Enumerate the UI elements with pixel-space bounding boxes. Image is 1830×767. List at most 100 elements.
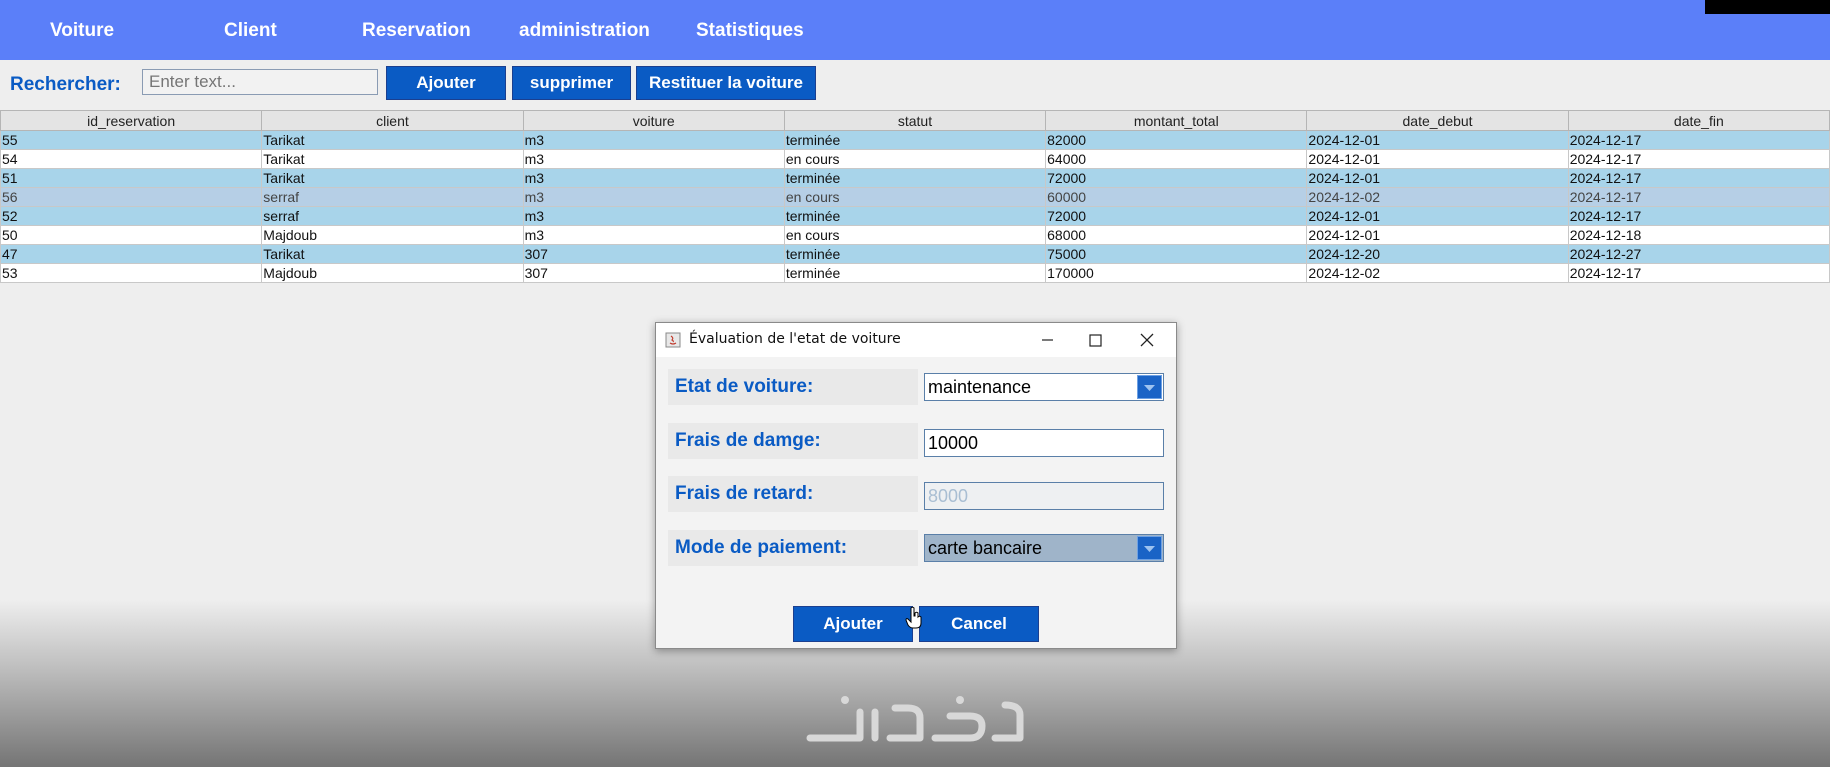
payment-combobox[interactable]: carte bancaire <box>924 534 1164 562</box>
table-row[interactable]: 54 Tarikat m3 en cours 64000 2024-12-01 … <box>0 149 1830 169</box>
table-cell[interactable]: terminée <box>783 168 1047 188</box>
menu-item-administration[interactable]: administration <box>519 20 650 42</box>
table-cell[interactable]: serraf <box>261 187 524 207</box>
table-cell[interactable]: 170000 <box>1045 263 1308 283</box>
retard-label: Frais de retard: <box>668 476 918 512</box>
table-cell[interactable]: 2024-12-02 <box>1306 187 1569 207</box>
table-row[interactable]: 47 Tarikat 307 terminée 75000 2024-12-20… <box>0 244 1830 264</box>
table-cell[interactable]: m3 <box>522 130 785 150</box>
table-cell[interactable]: 2024-12-02 <box>1306 263 1569 283</box>
table-cell[interactable]: 50 <box>0 225 263 245</box>
etat-row: Etat de voiture: maintenance <box>668 369 1164 405</box>
damage-label: Frais de damge: <box>668 423 918 459</box>
minimize-icon[interactable] <box>1034 328 1060 352</box>
table-cell[interactable]: en cours <box>783 225 1047 245</box>
table-cell[interactable]: 68000 <box>1045 225 1308 245</box>
table-row-selected[interactable]: 56 serraf m3 en cours 60000 2024-12-02 2… <box>0 187 1830 207</box>
search-input[interactable] <box>142 69 378 95</box>
title-bar-fragment <box>1705 0 1830 14</box>
chevron-down-icon[interactable] <box>1137 536 1162 560</box>
table-row[interactable]: 50 Majdoub m3 en cours 68000 2024-12-01 … <box>0 225 1830 245</box>
menu-item-voiture[interactable]: Voiture <box>50 20 114 42</box>
table-cell[interactable]: 2024-12-20 <box>1306 244 1569 264</box>
table-cell[interactable]: 72000 <box>1045 168 1308 188</box>
table-cell[interactable]: 55 <box>0 130 263 150</box>
table-cell[interactable]: 64000 <box>1045 149 1308 169</box>
table-row[interactable]: 52 serraf m3 terminée 72000 2024-12-01 2… <box>0 206 1830 226</box>
table-cell[interactable]: en cours <box>783 149 1047 169</box>
menu-item-reservation[interactable]: Reservation <box>362 20 471 42</box>
table-cell[interactable]: terminée <box>783 244 1047 264</box>
etat-value: maintenance <box>928 377 1032 397</box>
dialog-title-bar[interactable]: Évaluation de l'etat de voiture <box>656 323 1176 357</box>
table-row[interactable]: 55 Tarikat m3 terminée 82000 2024-12-01 … <box>0 130 1830 150</box>
table-header-row: id_reservation client voiture statut mon… <box>0 110 1830 131</box>
column-header[interactable]: voiture <box>522 110 785 131</box>
table-cell[interactable]: 75000 <box>1045 244 1308 264</box>
table-cell[interactable]: Majdoub <box>261 263 524 283</box>
return-car-button[interactable]: Restituer la voiture <box>636 66 816 100</box>
add-button[interactable]: Ajouter <box>386 66 506 100</box>
table-cell[interactable]: 307 <box>522 263 785 283</box>
table-cell[interactable]: 82000 <box>1045 130 1308 150</box>
table-row[interactable]: 53 Majdoub 307 terminée 170000 2024-12-0… <box>0 263 1830 283</box>
dialog-cancel-button[interactable]: Cancel <box>919 606 1039 642</box>
reservations-table: id_reservation client voiture statut mon… <box>0 110 1830 283</box>
table-cell[interactable]: 2024-12-17 <box>1567 206 1830 226</box>
table-cell[interactable]: 2024-12-17 <box>1567 130 1830 150</box>
table-cell[interactable]: 2024-12-27 <box>1567 244 1830 264</box>
table-cell[interactable]: Tarikat <box>261 130 524 150</box>
table-cell[interactable]: 2024-12-01 <box>1306 206 1569 226</box>
table-cell[interactable]: Majdoub <box>261 225 524 245</box>
menu-item-client[interactable]: Client <box>224 20 277 42</box>
table-cell[interactable]: en cours <box>783 187 1047 207</box>
table-cell[interactable]: Tarikat <box>261 149 524 169</box>
table-cell[interactable]: serraf <box>261 206 524 226</box>
table-cell[interactable]: terminée <box>783 263 1047 283</box>
table-cell[interactable]: m3 <box>522 187 785 207</box>
table-cell[interactable]: m3 <box>522 206 785 226</box>
table-cell[interactable]: 51 <box>0 168 263 188</box>
table-cell[interactable]: terminée <box>783 130 1047 150</box>
close-icon[interactable] <box>1134 328 1160 352</box>
table-cell[interactable]: 60000 <box>1045 187 1308 207</box>
damage-row: Frais de damge: 10000 <box>668 423 1164 459</box>
column-header[interactable]: montant_total <box>1045 110 1308 131</box>
table-cell[interactable]: 2024-12-17 <box>1567 187 1830 207</box>
table-cell[interactable]: 2024-12-17 <box>1567 263 1830 283</box>
table-cell[interactable]: 307 <box>522 244 785 264</box>
delete-button[interactable]: supprimer <box>512 66 631 100</box>
table-cell[interactable]: 2024-12-01 <box>1306 130 1569 150</box>
table-cell[interactable]: m3 <box>522 225 785 245</box>
table-cell[interactable]: Tarikat <box>261 244 524 264</box>
etat-combobox[interactable]: maintenance <box>924 373 1164 401</box>
dialog-add-button[interactable]: Ajouter <box>793 606 913 642</box>
table-cell[interactable]: m3 <box>522 149 785 169</box>
maximize-icon[interactable] <box>1082 328 1108 352</box>
table-cell[interactable]: terminée <box>783 206 1047 226</box>
table-cell[interactable]: 2024-12-18 <box>1567 225 1830 245</box>
table-cell[interactable]: 2024-12-01 <box>1306 149 1569 169</box>
damage-field[interactable]: 10000 <box>924 429 1164 457</box>
table-cell[interactable]: 2024-12-17 <box>1567 168 1830 188</box>
table-cell[interactable]: 53 <box>0 263 263 283</box>
column-header[interactable]: date_fin <box>1567 110 1830 131</box>
column-header[interactable]: date_debut <box>1306 110 1569 131</box>
column-header[interactable]: client <box>261 110 524 131</box>
column-header[interactable]: statut <box>783 110 1047 131</box>
table-row[interactable]: 51 Tarikat m3 terminée 72000 2024-12-01 … <box>0 168 1830 188</box>
table-cell[interactable]: 2024-12-01 <box>1306 168 1569 188</box>
table-cell[interactable]: 72000 <box>1045 206 1308 226</box>
table-cell[interactable]: 2024-12-01 <box>1306 225 1569 245</box>
column-header[interactable]: id_reservation <box>0 110 263 131</box>
table-cell[interactable]: 2024-12-17 <box>1567 149 1830 169</box>
menu-item-statistiques[interactable]: Statistiques <box>696 20 804 42</box>
table-cell[interactable]: 52 <box>0 206 263 226</box>
table-cell[interactable]: 54 <box>0 149 263 169</box>
table-cell[interactable]: Tarikat <box>261 168 524 188</box>
chevron-down-icon[interactable] <box>1137 375 1162 399</box>
table-cell[interactable]: 56 <box>0 187 263 207</box>
table-cell[interactable]: 47 <box>0 244 263 264</box>
menu-bar: Voiture Client Reservation administratio… <box>0 0 1830 60</box>
table-cell[interactable]: m3 <box>522 168 785 188</box>
